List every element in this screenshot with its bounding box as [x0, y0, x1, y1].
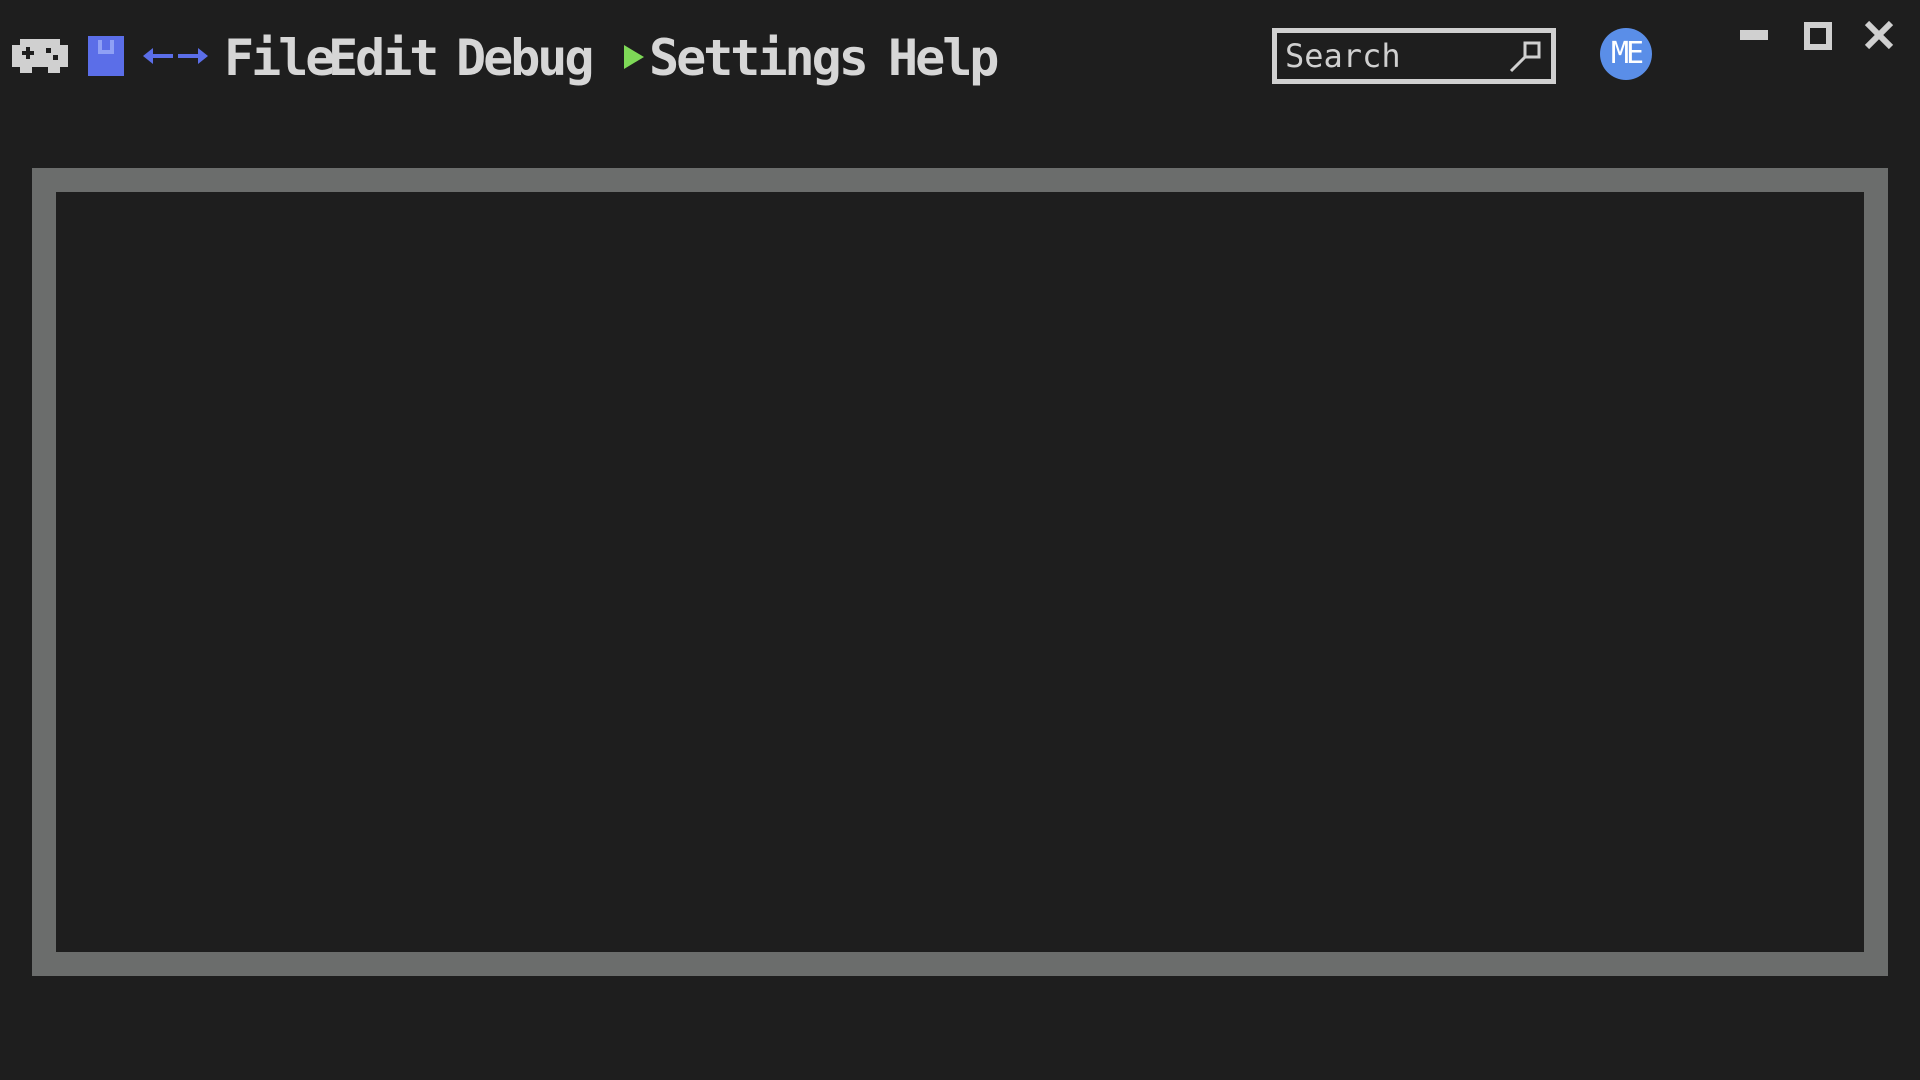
maximize-icon[interactable] [1804, 22, 1832, 50]
main-panel[interactable] [32, 168, 1888, 976]
menu-file[interactable]: File [224, 28, 335, 88]
menu-debug[interactable]: Debug [456, 28, 595, 88]
gamepad-icon[interactable] [12, 39, 68, 73]
minimize-icon[interactable] [1740, 30, 1768, 40]
arrow-right-icon[interactable] [178, 48, 208, 64]
floppy-disk-icon[interactable] [88, 36, 124, 76]
menu-help[interactable]: Help [888, 28, 999, 88]
app-window: File Edit Debug Settings Help ME [0, 0, 1920, 1080]
avatar[interactable]: ME [1600, 28, 1652, 80]
arrow-left-icon[interactable] [143, 48, 173, 64]
search-box[interactable] [1272, 28, 1556, 84]
search-input[interactable] [1285, 35, 1505, 77]
play-icon[interactable] [624, 45, 644, 69]
search-icon[interactable] [1509, 41, 1541, 73]
menu-edit[interactable]: Edit [328, 28, 439, 88]
toolbar: File Edit Debug Settings Help ME [0, 0, 1920, 115]
menu-settings[interactable]: Settings [649, 28, 869, 88]
close-icon[interactable] [1864, 20, 1894, 50]
